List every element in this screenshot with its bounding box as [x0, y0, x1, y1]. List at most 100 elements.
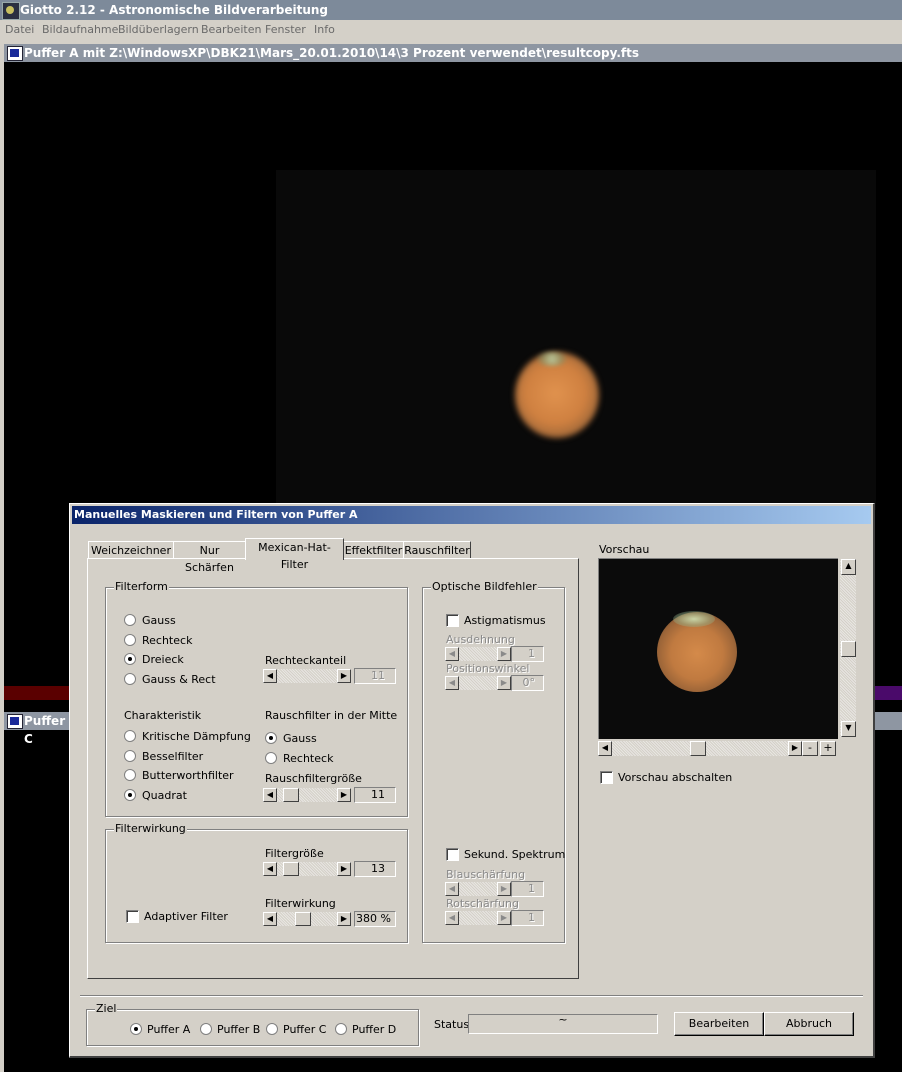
scroll-right-icon[interactable]: ▶: [497, 911, 511, 925]
positionswinkel-label: Positionswinkel: [446, 662, 530, 675]
ausdehnung-slider[interactable]: ◀ ▶: [445, 647, 511, 661]
radio-puffer-a[interactable]: [130, 1023, 142, 1035]
ausdehnung-value[interactable]: 1: [511, 646, 544, 662]
scroll-right-icon[interactable]: ▶: [337, 912, 351, 926]
scroll-right-icon[interactable]: ▶: [337, 788, 351, 802]
scroll-right-icon[interactable]: ▶: [497, 647, 511, 661]
tab-weichzeichner[interactable]: Weichzeichner: [88, 541, 174, 559]
scroll-right-icon[interactable]: ▶: [337, 669, 351, 683]
tab-rauschfilter[interactable]: Rauschfilter: [403, 541, 471, 559]
scroll-left-icon[interactable]: ◀: [445, 882, 459, 896]
menu-bilduberlagern[interactable]: Bildüberlagern: [118, 23, 199, 36]
scroll-left-icon[interactable]: ◀: [445, 911, 459, 925]
slider-thumb[interactable]: [283, 862, 299, 876]
positionswinkel-slider[interactable]: ◀ ▶: [445, 676, 511, 690]
ziel-title: Ziel: [95, 1002, 118, 1015]
filterwirkung-slider[interactable]: ◀ ▶: [263, 912, 351, 926]
label-puffer-a: Puffer A: [147, 1023, 191, 1036]
filtergroesse-slider[interactable]: ◀ ▶: [263, 862, 351, 876]
scroll-left-icon[interactable]: ◀: [263, 862, 277, 876]
menu-datei[interactable]: Datei: [5, 23, 34, 36]
buffer-b-title-strip[interactable]: [4, 686, 70, 700]
label-puffer-b: Puffer B: [217, 1023, 261, 1036]
scroll-up-icon[interactable]: ▲: [841, 559, 856, 575]
buffer-a-title: Puffer A mit Z:\WindowsXP\DBK21\Mars_20.…: [24, 46, 639, 60]
label-quadrat: Quadrat: [142, 789, 187, 802]
preview-vertical-scrollbar[interactable]: ▲ ▼: [840, 559, 856, 737]
zoom-in-button[interactable]: +: [820, 741, 836, 756]
radio-gauss-rect[interactable]: [124, 673, 136, 685]
tab-nur-schaerfen[interactable]: Nur Schärfen: [173, 541, 246, 574]
label-rausch-rechteck: Rechteck: [283, 752, 334, 765]
adaptive-filter-checkbox[interactable]: [126, 910, 139, 923]
vorschau-preview[interactable]: [598, 558, 838, 739]
positionswinkel-value[interactable]: 0°: [511, 675, 544, 691]
filtergroesse-value[interactable]: 13: [354, 861, 396, 877]
radio-rechteck[interactable]: [124, 634, 136, 646]
rotschaerfung-slider[interactable]: ◀ ▶: [445, 911, 511, 925]
blauschaerfung-slider[interactable]: ◀ ▶: [445, 882, 511, 896]
buffer-b-title-strip-right[interactable]: [872, 686, 902, 700]
blauschaerfung-value[interactable]: 1: [511, 881, 544, 897]
scroll-right-icon[interactable]: ▶: [497, 676, 511, 690]
menu-bearbeiten[interactable]: Bearbeiten: [201, 23, 261, 36]
vorschau-title: Vorschau: [599, 543, 650, 556]
abbruch-button[interactable]: Abbruch: [764, 1012, 854, 1036]
vertical-scroll-thumb[interactable]: [841, 641, 856, 657]
rauschfiltergroesse-value[interactable]: 11: [354, 787, 396, 803]
radio-butterworthfilter[interactable]: [124, 769, 136, 781]
buffer-a-title-bar[interactable]: Puffer A mit Z:\WindowsXP\DBK21\Mars_20.…: [4, 44, 902, 62]
scroll-right-icon[interactable]: ▶: [788, 741, 802, 756]
optische-bildfehler-group: Optische Bildfehler Astigmatismus Ausdeh…: [422, 580, 566, 943]
scroll-left-icon[interactable]: ◀: [598, 741, 612, 756]
rauschfiltergroesse-slider[interactable]: ◀ ▶: [263, 788, 351, 802]
radio-puffer-b[interactable]: [200, 1023, 212, 1035]
astigmatismus-checkbox[interactable]: [446, 614, 459, 627]
label-gauss: Gauss: [142, 614, 176, 627]
slider-thumb[interactable]: [295, 912, 311, 926]
filterwirkung-value[interactable]: 380 %: [354, 911, 396, 927]
scroll-right-icon[interactable]: ▶: [497, 882, 511, 896]
zoom-out-button[interactable]: -: [802, 741, 818, 756]
buffer-c-title-bar[interactable]: Puffer C: [4, 712, 70, 746]
radio-rausch-rechteck[interactable]: [265, 752, 277, 764]
radio-besselfilter[interactable]: [124, 750, 136, 762]
preview-polar-cap: [673, 611, 715, 627]
dialog-title-bar[interactable]: Manuelles Maskieren und Filtern von Puff…: [72, 506, 871, 524]
sekund-spektrum-label: Sekund. Spektrum: [464, 848, 566, 861]
buffer-c-title-bar-right[interactable]: [872, 712, 902, 730]
scroll-left-icon[interactable]: ◀: [263, 788, 277, 802]
mexican-hat-panel: Filterform Gauss Rechteck Dreieck Gauss …: [87, 558, 579, 979]
sekund-spektrum-checkbox[interactable]: [446, 848, 459, 861]
scroll-left-icon[interactable]: ◀: [445, 647, 459, 661]
label-butterworthfilter: Butterworthfilter: [142, 769, 234, 782]
radio-quadrat[interactable]: [124, 789, 136, 801]
tab-effektfilter[interactable]: Effektfilter: [343, 541, 404, 559]
radio-gauss[interactable]: [124, 614, 136, 626]
radio-puffer-d[interactable]: [335, 1023, 347, 1035]
filterform-title: Filterform: [114, 580, 169, 593]
horizontal-scroll-thumb[interactable]: [690, 741, 706, 756]
bearbeiten-button[interactable]: Bearbeiten: [674, 1012, 764, 1036]
scroll-left-icon[interactable]: ◀: [445, 676, 459, 690]
tab-mexican-hat-filter[interactable]: Mexican-Hat-Filter: [245, 538, 344, 571]
window-icon: [7, 714, 23, 729]
menu-info[interactable]: Info: [314, 23, 335, 36]
radio-puffer-c[interactable]: [266, 1023, 278, 1035]
radio-rausch-gauss[interactable]: [265, 732, 277, 744]
vorschau-abschalten-checkbox[interactable]: [600, 771, 613, 784]
scroll-right-icon[interactable]: ▶: [337, 862, 351, 876]
scroll-left-icon[interactable]: ◀: [263, 669, 277, 683]
optische-bildfehler-title: Optische Bildfehler: [431, 580, 538, 593]
rotschaerfung-value[interactable]: 1: [511, 910, 544, 926]
scroll-down-icon[interactable]: ▼: [841, 721, 856, 737]
scroll-left-icon[interactable]: ◀: [263, 912, 277, 926]
radio-dreieck[interactable]: [124, 653, 136, 665]
radio-kritische-daempfung[interactable]: [124, 730, 136, 742]
slider-thumb[interactable]: [283, 788, 299, 802]
rechteckanteil-slider[interactable]: ◀ ▶: [263, 669, 351, 683]
preview-horizontal-scrollbar[interactable]: ◀ ▶: [598, 741, 802, 756]
menu-fenster[interactable]: Fenster: [265, 23, 306, 36]
rechteckanteil-value[interactable]: 11: [354, 668, 396, 684]
menu-bildaufnahme[interactable]: Bildaufnahme: [42, 23, 118, 36]
